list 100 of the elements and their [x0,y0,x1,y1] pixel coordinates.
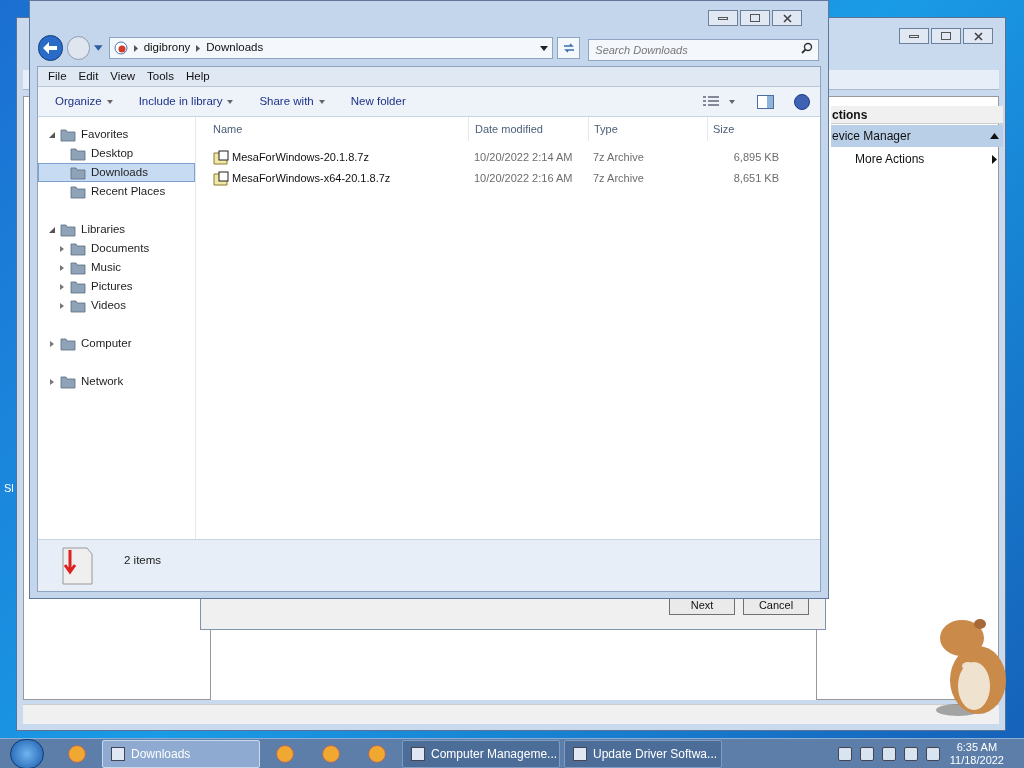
collapsed-arrow-icon[interactable] [59,283,65,290]
maximize-button[interactable] [740,10,770,26]
table-cell-text: 6,895 KB [732,150,780,166]
collapsed-arrow-icon[interactable] [59,264,65,271]
actions-section[interactable]: evice Manager [831,125,1003,147]
breadcrumb-item[interactable]: digibrony [143,39,191,57]
dropdown-icon [729,99,735,104]
maximize-button[interactable] [931,28,961,44]
toolbar-button[interactable]: Include in library [131,90,241,113]
clock-time[interactable]: 6:35 AM [956,740,998,754]
clock-date[interactable]: 11/18/2022 [949,753,1004,767]
collapse-icon[interactable] [990,133,999,139]
folder-icon [70,165,86,180]
menu-item[interactable]: File [42,67,73,86]
toolbar-button[interactable]: Organize [48,90,120,113]
nav-item[interactable]: Downloads [38,163,195,182]
column-header[interactable]: Name [196,117,468,141]
nav-item[interactable]: Documents [38,239,195,258]
downloads-icon [113,41,128,55]
collapsed-arrow-icon[interactable] [59,302,65,309]
dropdown-icon [106,99,113,104]
folder-icon [70,241,86,256]
nav-item[interactable]: Desktop [38,144,195,163]
nav-item[interactable]: Music [38,258,195,277]
nav-label: Desktop [91,145,134,161]
item-count: 2 items [124,553,162,568]
dropdown-icon [227,99,234,104]
downloads-folder-icon [60,546,94,586]
folder-icon [60,127,76,142]
refresh-button[interactable] [557,37,581,59]
taskbar-button[interactable]: Computer Manageme... [402,739,560,768]
table-cell-text: 7z Archive [592,150,645,166]
toolbar-button[interactable]: Share with [252,90,332,113]
minimize-button[interactable] [899,28,929,44]
tray-icon[interactable] [903,746,918,761]
nav-item[interactable]: Network [38,372,195,391]
folder-icon [70,279,86,294]
back-button[interactable] [38,35,63,61]
expanded-arrow-icon[interactable] [49,131,55,138]
table-cell-text: 8,651 KB [732,171,780,187]
start-button[interactable] [10,738,44,768]
nav-label: Documents [91,240,150,256]
nav-label: Music [91,259,122,275]
table-cell-text: 10/20/2022 2:14 AM [473,150,574,166]
taskbar-button[interactable]: Update Driver Softwa... [564,739,722,768]
close-button[interactable] [772,10,802,26]
column-header[interactable]: Date modified [468,117,588,141]
file-name[interactable]: MesaForWindows-20.1.8.7z [232,149,369,166]
menu-item[interactable]: Help [179,67,216,86]
column-header[interactable]: Type [588,117,707,141]
collapsed-arrow-icon[interactable] [49,340,55,347]
help-button[interactable] [794,93,810,110]
folder-icon [60,374,76,389]
nav-item[interactable]: Libraries [38,220,195,239]
breadcrumb-arrow-icon[interactable] [133,44,138,52]
nav-label: Pictures [91,278,133,294]
breadcrumb-item[interactable]: Downloads [206,39,264,57]
back-arrow-icon [43,42,58,54]
actions-header: ctions [831,106,1003,124]
expanded-arrow-icon[interactable] [49,226,55,233]
menu-item[interactable]: Edit [72,67,105,86]
refresh-icon [561,42,576,54]
tray-icon[interactable] [837,746,852,761]
minimize-button[interactable] [708,10,738,26]
dropdown-icon [318,99,325,104]
collapsed-arrow-icon[interactable] [49,378,55,385]
nav-label: Libraries [81,221,126,237]
tray-icon[interactable] [881,746,896,761]
nav-label: Downloads [91,164,148,180]
archive-icon [213,171,229,186]
nav-item[interactable]: Videos [38,296,195,315]
close-button[interactable] [963,28,993,44]
collapsed-arrow-icon[interactable] [59,245,65,252]
menu-item[interactable]: Tools [141,67,180,86]
desktop-icon-label: Sl [4,481,14,496]
search-icon [801,42,813,54]
nav-item[interactable]: Computer [38,334,195,353]
file-name[interactable]: MesaForWindows-x64-20.1.8.7z [232,170,391,187]
search-field[interactable]: Search Downloads [588,39,819,61]
tray-icon[interactable] [859,746,874,761]
menu-item[interactable]: View [104,67,142,86]
nav-item[interactable]: Favorites [38,125,195,144]
dropdown-icon[interactable] [540,45,549,51]
close-icon [782,13,792,23]
column-header[interactable]: Size [707,117,787,141]
nav-label: Network [81,373,124,389]
nav-item[interactable]: Recent Places [38,182,195,201]
list-view-icon [703,95,719,108]
tray-icon[interactable] [925,746,940,761]
nav-label: Computer [81,335,132,351]
close-icon [973,31,983,41]
folder-icon [70,146,86,161]
folder-icon [60,336,76,351]
breadcrumb-arrow-icon[interactable] [196,44,201,52]
nav-item[interactable]: Pictures [38,277,195,296]
submenu-arrow-icon [992,154,997,164]
address-bar[interactable]: digibrony Downloads [108,37,554,59]
toolbar-button[interactable]: New folder [343,90,413,113]
archive-icon [213,150,229,165]
actions-item[interactable]: More Actions [831,147,1003,171]
